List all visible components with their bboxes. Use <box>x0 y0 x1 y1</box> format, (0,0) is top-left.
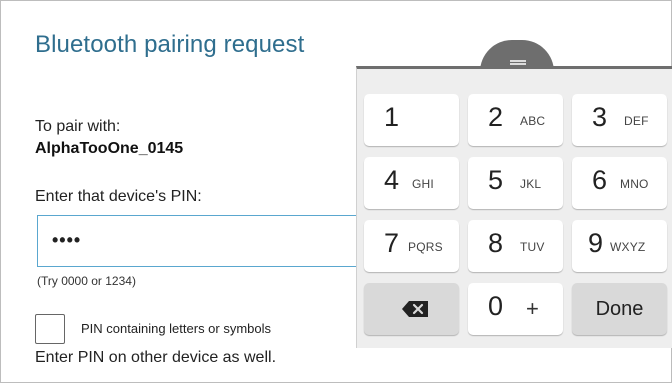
numeric-keypad: 1 2 ABC 3 DEF 4 GHI 5 JKL 6 MNO 7 PQRS 8… <box>356 66 672 348</box>
key-5-letters: JKL <box>520 177 542 191</box>
dialog-title: Bluetooth pairing request <box>35 31 305 58</box>
key-4[interactable]: 4 GHI <box>364 157 459 209</box>
key-3-letters: DEF <box>624 114 649 128</box>
done-button[interactable]: Done <box>572 283 667 335</box>
key-8[interactable]: 8 TUV <box>468 220 563 272</box>
key-0[interactable]: 0 + <box>468 283 563 335</box>
key-3[interactable]: 3 DEF <box>572 94 667 146</box>
key-8-number: 8 <box>488 228 504 258</box>
key-3-number: 3 <box>592 102 608 132</box>
key-4-letters: GHI <box>412 177 434 191</box>
key-7-number: 7 <box>384 228 400 258</box>
footer-instruction: Enter PIN on other device as well. <box>35 349 277 366</box>
key-0-number: 0 <box>488 291 504 321</box>
backspace-button[interactable] <box>364 283 459 335</box>
key-9[interactable]: 9 WXYZ <box>572 220 667 272</box>
key-4-number: 4 <box>384 165 400 195</box>
checkbox-label[interactable]: PIN containing letters or symbols <box>81 321 271 336</box>
key-2-number: 2 <box>488 102 504 132</box>
key-2-letters: ABC <box>520 114 546 128</box>
key-6-number: 6 <box>592 165 608 195</box>
key-8-letters: TUV <box>520 240 545 254</box>
key-2[interactable]: 2 ABC <box>468 94 563 146</box>
key-9-letters: WXYZ <box>610 240 646 254</box>
key-5[interactable]: 5 JKL <box>468 157 563 209</box>
key-7[interactable]: 7 PQRS <box>364 220 459 272</box>
key-6-letters: MNO <box>620 177 649 191</box>
key-9-number: 9 <box>588 228 604 258</box>
pin-input[interactable]: •••• <box>37 215 367 267</box>
device-name: AlphaTooOne_0145 <box>35 140 184 157</box>
pin-hint: (Try 0000 or 1234) <box>37 274 136 288</box>
pin-label: Enter that device's PIN: <box>35 188 202 205</box>
key-0-plus: + <box>526 296 539 321</box>
pair-with-label: To pair with: <box>35 118 121 135</box>
key-5-number: 5 <box>488 165 504 195</box>
done-label: Done <box>595 298 644 320</box>
key-1-number: 1 <box>384 102 400 132</box>
drag-handle-icon <box>510 60 526 65</box>
key-1[interactable]: 1 <box>364 94 459 146</box>
backspace-icon <box>402 301 428 317</box>
alphanumeric-pin-checkbox[interactable] <box>35 314 65 344</box>
key-7-letters: PQRS <box>408 240 443 254</box>
key-6[interactable]: 6 MNO <box>572 157 667 209</box>
